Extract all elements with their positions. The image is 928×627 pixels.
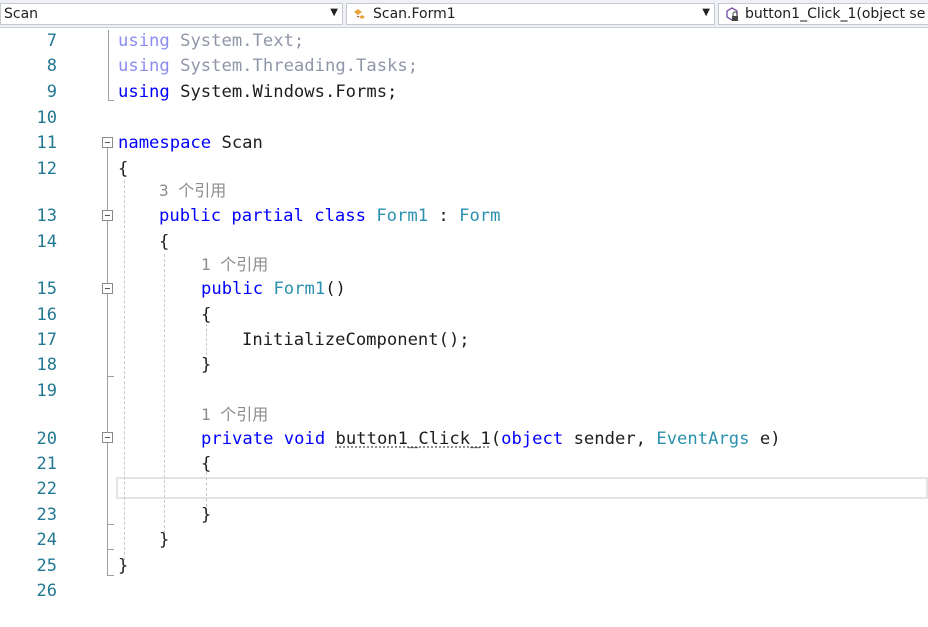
keyword: public partial class (159, 206, 366, 226)
method-name: button1_Click_1 (335, 429, 491, 449)
code-text: e) (749, 429, 781, 449)
keyword: using (118, 56, 170, 76)
namespace-outline-end (107, 575, 114, 576)
keyword: object (501, 429, 564, 449)
line-number: 9 (46, 82, 57, 102)
line-number: 10 (36, 108, 57, 128)
keyword: public (201, 279, 264, 299)
code-text: System.Windows.Forms; (169, 82, 398, 102)
codelens-references[interactable]: 1 个引用 (201, 255, 268, 275)
keyword: using (118, 31, 170, 51)
constructor-outline (107, 294, 108, 376)
code-line-7: using System.Text; (118, 31, 304, 51)
codelens-references[interactable]: 3 个引用 (159, 181, 226, 201)
collapse-method-icon[interactable] (102, 432, 113, 443)
member-dropdown-label: button1_Click_1(object se (745, 6, 926, 22)
line-number: 24 (36, 530, 57, 550)
code-line-25: } (118, 556, 129, 576)
using-block-outline-end (108, 100, 114, 101)
collapse-constructor-icon[interactable] (102, 283, 113, 294)
constructor-outline-end (107, 376, 114, 377)
code-line-17: InitializeComponent(); (242, 330, 470, 350)
line-number: 15 (36, 279, 57, 299)
line-number: 16 (36, 305, 57, 325)
code-line-11: namespace Scan (118, 133, 263, 153)
line-number: 12 (36, 159, 57, 179)
line-number: 20 (36, 429, 57, 449)
private-method-icon (724, 7, 740, 24)
method-outline (107, 443, 108, 524)
class-dropdown-label: Scan.Form1 (373, 6, 456, 22)
code-line-14: { (159, 232, 170, 252)
indent-guide (124, 180, 125, 560)
line-number: 18 (36, 355, 57, 375)
member-dropdown[interactable]: button1_Click_1(object se (718, 3, 928, 25)
method-outline-end (107, 524, 114, 525)
line-number: 25 (36, 556, 57, 576)
chevron-down-icon: ▼ (330, 7, 338, 18)
class-name: Form1 (365, 206, 429, 226)
line-number: 23 (36, 505, 57, 525)
line-number: 22 (36, 479, 57, 499)
project-dropdown[interactable]: Scan ▼ (0, 3, 343, 25)
class-outline-end (107, 549, 114, 550)
line-number: 21 (36, 454, 57, 474)
project-dropdown-label: Scan (4, 6, 39, 22)
code-line-23: } (201, 505, 212, 525)
code-text: () (325, 279, 346, 299)
using-block-outline (108, 30, 109, 100)
line-number: 13 (36, 206, 57, 226)
base-class-name: Form (459, 206, 501, 226)
keyword: namespace (118, 133, 212, 153)
code-line-9: using System.Windows.Forms; (118, 82, 397, 102)
code-line-13: public partial class Form1 : Form (159, 206, 501, 226)
code-line-20: private void button1_Click_1(object send… (201, 429, 781, 449)
code-line-18: } (201, 355, 212, 375)
code-line-16: { (201, 305, 212, 325)
current-line-highlight (116, 477, 928, 499)
class-icon (352, 7, 368, 24)
code-text: : (428, 206, 460, 226)
line-number: 7 (46, 31, 57, 51)
code-line-24: } (159, 530, 170, 550)
codelens-references[interactable]: 1 个引用 (201, 405, 268, 425)
keyword: private void (201, 429, 326, 449)
collapse-class-icon[interactable] (102, 210, 113, 221)
code-text: ( (490, 429, 502, 449)
navigation-bar: Scan ▼ Scan.Form1 ▼ button1_Click_1(obje… (0, 0, 928, 28)
code-text: System.Threading.Tasks; (169, 56, 419, 76)
code-text: Scan (211, 133, 263, 153)
indent-guide (164, 254, 165, 538)
line-number: 8 (46, 56, 57, 76)
line-number: 14 (36, 232, 57, 252)
code-text: sender, (563, 429, 657, 449)
code-line-15: public Form1() (201, 279, 346, 299)
code-line-12: { (118, 159, 129, 179)
code-line-8: using System.Threading.Tasks; (118, 56, 418, 76)
chevron-down-icon: ▼ (702, 7, 710, 18)
code-line-21: { (201, 454, 212, 474)
keyword: using (118, 82, 170, 102)
line-number: 17 (36, 330, 57, 350)
type-name: EventArgs (656, 429, 750, 449)
line-number: 19 (36, 381, 57, 401)
code-text: System.Text; (169, 31, 305, 51)
line-number: 11 (36, 133, 57, 153)
class-dropdown[interactable]: Scan.Form1 ▼ (346, 3, 715, 25)
code-editor[interactable]: 7 8 9 10 11 12 13 14 15 16 17 18 19 20 2… (0, 28, 928, 627)
constructor-name: Form1 (263, 279, 326, 299)
collapse-namespace-icon[interactable] (102, 137, 113, 148)
line-number: 26 (36, 581, 57, 601)
